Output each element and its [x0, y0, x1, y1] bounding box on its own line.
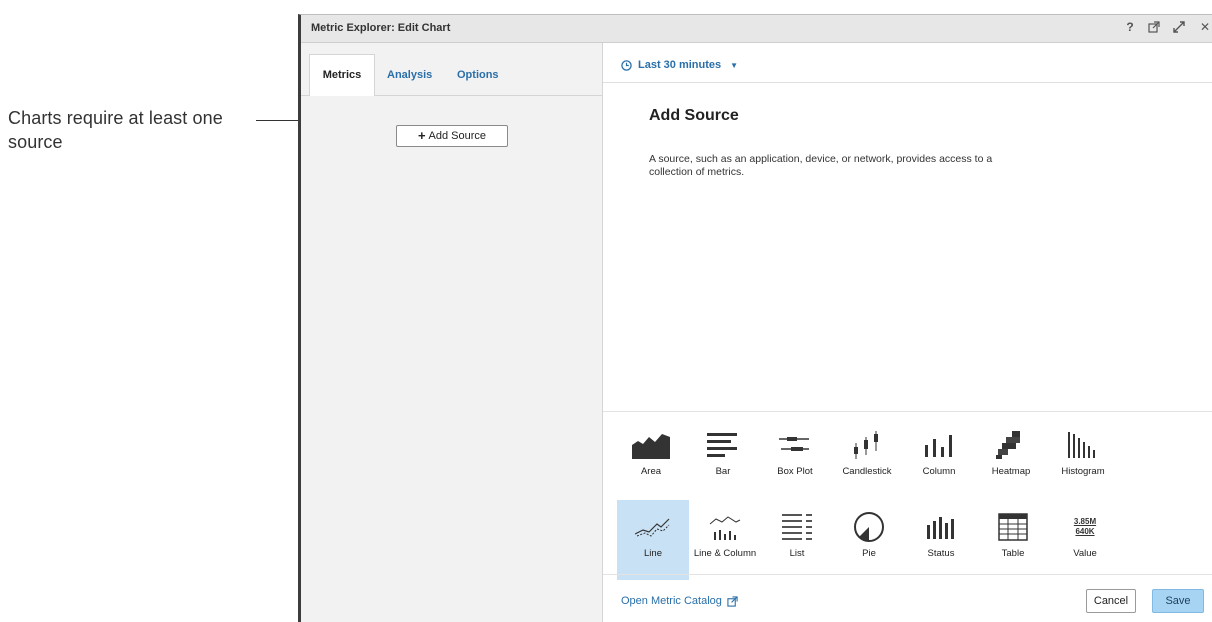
add-source-heading: Add Source [649, 107, 739, 124]
chart-type-label: Bar [715, 466, 731, 477]
chart-type-column[interactable]: Column [903, 418, 975, 494]
add-source-button[interactable]: + Add Source [396, 125, 508, 147]
tab-bar: Metrics Analysis Options [301, 43, 602, 96]
chart-type-label: Line & Column [693, 548, 757, 559]
open-external-icon [727, 595, 738, 607]
chart-type-label: Candlestick [842, 466, 892, 477]
value-icon: 3.85M 640K [1065, 510, 1105, 544]
chart-type-line[interactable]: Line [617, 500, 689, 580]
titlebar-icons: ? ✕ [1123, 20, 1212, 34]
heatmap-icon [991, 428, 1031, 462]
time-range-picker[interactable]: Last 30 minutes ▼ [621, 59, 738, 71]
chart-type-histogram[interactable]: Histogram [1047, 418, 1119, 494]
chart-type-candlestick[interactable]: Candlestick [831, 418, 903, 494]
dialog-footer: Open Metric Catalog Cancel Save [603, 574, 1212, 622]
dialog-title: Metric Explorer: Edit Chart [311, 22, 451, 34]
chart-type-value[interactable]: 3.85M 640K Value [1049, 500, 1121, 580]
add-source-label: Add Source [428, 130, 487, 142]
chart-type-bar[interactable]: Bar [687, 418, 759, 494]
column-chart-icon [919, 428, 959, 462]
clock-icon [621, 59, 632, 71]
chart-type-pie[interactable]: Pie [833, 500, 905, 580]
value-icon-bottom: 640K [1075, 527, 1095, 536]
chart-type-label: Table [1001, 548, 1025, 559]
status-icon [921, 510, 961, 544]
tab-metrics[interactable]: Metrics [309, 54, 375, 96]
metric-explorer-dialog: Metric Explorer: Edit Chart ? ✕ Metrics … [298, 14, 1212, 622]
chart-type-box-plot[interactable]: Box Plot [759, 418, 831, 494]
close-icon[interactable]: ✕ [1198, 20, 1212, 34]
area-chart-icon [631, 428, 671, 462]
time-bar: Last 30 minutes ▼ [603, 43, 1212, 83]
add-source-description: A source, such as an application, device… [649, 153, 993, 178]
catalog-link-label: Open Metric Catalog [621, 595, 722, 607]
save-button[interactable]: Save [1152, 589, 1204, 613]
chart-type-label: Line [644, 548, 662, 559]
left-panel: Metrics Analysis Options + Add Source [301, 43, 603, 622]
pie-chart-icon [849, 510, 889, 544]
chart-type-label: Area [640, 466, 662, 477]
table-icon [993, 510, 1033, 544]
tab-options[interactable]: Options [457, 69, 499, 81]
chart-type-label: Box Plot [777, 466, 813, 477]
candlestick-icon [847, 428, 887, 462]
plus-icon: + [417, 128, 426, 143]
right-panel: Last 30 minutes ▼ Add Source A source, s… [603, 43, 1212, 622]
tab-divider [374, 95, 602, 96]
chart-type-label: Pie [862, 548, 876, 559]
caret-down-icon: ▼ [730, 60, 739, 70]
tab-analysis[interactable]: Analysis [387, 69, 432, 81]
time-range-label: Last 30 minutes [638, 59, 722, 71]
expand-icon[interactable] [1173, 21, 1187, 33]
chart-type-label: List [789, 548, 805, 559]
line-chart-icon [633, 510, 673, 544]
open-external-icon[interactable] [1148, 21, 1162, 33]
chart-type-label: Histogram [1061, 466, 1105, 477]
dialog-titlebar: Metric Explorer: Edit Chart ? ✕ [301, 15, 1212, 43]
chart-type-list[interactable]: List [761, 500, 833, 580]
list-icon [777, 510, 817, 544]
cancel-button[interactable]: Cancel [1086, 589, 1136, 613]
chart-type-label: Value [1073, 548, 1097, 559]
chart-type-label: Status [927, 548, 955, 559]
line-column-icon [705, 510, 745, 544]
bar-chart-icon [703, 428, 743, 462]
histogram-icon [1063, 428, 1103, 462]
chart-type-heatmap[interactable]: Heatmap [975, 418, 1047, 494]
value-icon-top: 3.85M [1073, 517, 1097, 526]
chart-type-table[interactable]: Table [977, 500, 1049, 580]
box-plot-icon [775, 428, 815, 462]
chart-type-area[interactable]: Area [615, 418, 687, 494]
open-metric-catalog-link[interactable]: Open Metric Catalog [621, 595, 738, 607]
help-icon[interactable]: ? [1123, 20, 1137, 34]
chart-type-status[interactable]: Status [905, 500, 977, 580]
chart-type-label: Column [922, 466, 956, 477]
annotation-text: Charts require at least one source [8, 108, 223, 152]
chart-type-label: Heatmap [991, 466, 1031, 477]
chart-type-line-column[interactable]: Line & Column [689, 500, 761, 580]
